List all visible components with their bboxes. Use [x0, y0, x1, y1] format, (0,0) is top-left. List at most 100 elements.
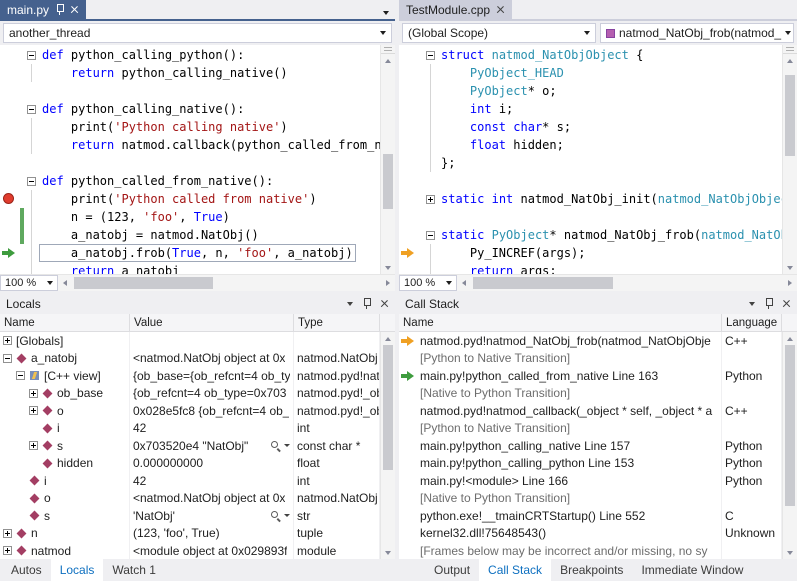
locals-row[interactable]: [C++ view]{ob_base={ob_refcnt=4 ob_tynat… [0, 367, 380, 385]
locals-row[interactable]: a_natobj<natmod.NatObj object at 0xnatmo… [0, 350, 380, 368]
column-header-name[interactable]: Name [0, 314, 130, 331]
tab-watch-1[interactable]: Watch 1 [103, 559, 165, 581]
close-icon[interactable] [380, 299, 389, 308]
scroll-up-button[interactable] [381, 332, 395, 345]
magnifier-icon[interactable] [270, 440, 281, 451]
scrollbar-thumb[interactable] [785, 345, 795, 506]
member-dropdown[interactable]: natmod_NatObj_frob(natmod_ [600, 23, 794, 43]
vertical-scrollbar[interactable] [380, 332, 395, 559]
locals-row[interactable]: s0x703520e4 "NatObj"const char * [0, 437, 380, 455]
indicator-margin[interactable] [0, 244, 20, 262]
fold-margin[interactable] [24, 136, 39, 154]
indicator-margin[interactable] [399, 100, 419, 118]
fold-margin[interactable] [24, 118, 39, 136]
scrollbar-track[interactable] [471, 275, 783, 291]
scroll-down-button[interactable] [381, 546, 395, 559]
vertical-scrollbar[interactable] [782, 332, 797, 559]
indicator-margin[interactable] [399, 136, 419, 154]
scrollbar-track[interactable] [72, 275, 381, 291]
indicator-margin[interactable] [0, 82, 20, 100]
visualizer-dropdown-icon[interactable] [284, 444, 290, 447]
locals-row[interactable]: i42int [0, 420, 380, 438]
window-position-icon[interactable] [749, 302, 755, 306]
horizontal-scrollbar[interactable] [58, 275, 395, 291]
visualizer-dropdown-icon[interactable] [284, 514, 290, 517]
expand-icon[interactable] [3, 529, 12, 538]
splitter-grip-icon[interactable] [381, 45, 395, 54]
scrollbar-track[interactable] [381, 67, 395, 261]
expand-icon[interactable] [29, 441, 38, 450]
locals-row[interactable]: n(123, 'foo', True)tuple [0, 525, 380, 543]
locals-row[interactable]: o0x028e5fc8 {ob_refcnt=4 ob_natmod.pyd!_… [0, 402, 380, 420]
indicator-margin[interactable] [399, 64, 419, 82]
scroll-down-button[interactable] [783, 261, 797, 274]
pin-icon[interactable] [362, 297, 371, 310]
fold-margin[interactable] [24, 46, 39, 64]
expand-icon[interactable] [3, 546, 12, 555]
scrollbar-thumb[interactable] [473, 277, 613, 289]
fold-margin[interactable] [24, 226, 39, 244]
locals-row[interactable]: o<natmod.NatObj object at 0xnatmod.NatOb… [0, 490, 380, 508]
scrollbar-track[interactable] [783, 67, 797, 261]
fold-margin[interactable] [24, 208, 39, 226]
fold-collapse-icon[interactable] [426, 231, 435, 240]
fold-collapse-icon[interactable] [426, 51, 435, 60]
fold-collapse-icon[interactable] [27, 177, 36, 186]
indicator-margin[interactable] [0, 190, 20, 208]
magnifier-icon[interactable] [270, 510, 281, 521]
fold-margin[interactable] [423, 100, 438, 118]
fold-margin[interactable] [423, 226, 438, 244]
locals-row[interactable]: s'NatObj'str [0, 507, 380, 525]
callstack-row[interactable]: main.py!python_called_from_native Line 1… [399, 367, 782, 385]
indicator-margin[interactable] [399, 46, 419, 64]
scrollbar-thumb[interactable] [383, 154, 393, 208]
tab-main-py[interactable]: main.py [0, 0, 86, 19]
scroll-down-button[interactable] [783, 546, 797, 559]
indicator-margin[interactable] [399, 118, 419, 136]
pin-icon[interactable] [764, 297, 773, 310]
scrollbar-thumb[interactable] [383, 345, 393, 470]
splitter-grip-icon[interactable] [783, 45, 797, 54]
scroll-down-button[interactable] [381, 261, 395, 274]
tab-call-stack[interactable]: Call Stack [479, 559, 551, 581]
close-icon[interactable] [782, 299, 791, 308]
horizontal-scrollbar[interactable] [457, 275, 797, 291]
fold-margin[interactable] [423, 172, 438, 190]
fold-margin[interactable] [423, 190, 438, 208]
expand-icon[interactable] [29, 406, 38, 415]
vertical-scrollbar[interactable] [782, 45, 797, 274]
callstack-row[interactable]: kernel32.dll!75648543()Unknown [399, 525, 782, 543]
fold-margin[interactable] [423, 64, 438, 82]
indicator-margin[interactable] [0, 100, 20, 118]
locals-row[interactable]: natmod<module object at 0x029893fmodule [0, 542, 380, 559]
fold-margin[interactable] [24, 154, 39, 172]
scroll-right-button[interactable] [783, 275, 797, 291]
breakpoint-icon[interactable] [3, 193, 14, 204]
zoom-selector[interactable]: 100 % [399, 275, 457, 291]
expand-icon[interactable] [29, 389, 38, 398]
locals-row[interactable]: [Globals] [0, 332, 380, 350]
fold-margin[interactable] [423, 154, 438, 172]
fold-margin[interactable] [423, 82, 438, 100]
thread-dropdown[interactable]: another_thread [3, 23, 392, 43]
code-editor-main-py[interactable]: def python_calling_python(): return pyth… [0, 45, 380, 274]
indicator-margin[interactable] [0, 64, 20, 82]
fold-margin[interactable] [423, 208, 438, 226]
scroll-left-button[interactable] [457, 275, 471, 291]
locals-row[interactable]: ob_base{ob_refcnt=4 ob_type=0x703natmod.… [0, 385, 380, 403]
code-editor-testmodule-cpp[interactable]: struct natmod_NatObjObject { PyObject_HE… [399, 45, 782, 274]
window-position-icon[interactable] [347, 302, 353, 306]
scrollbar-track[interactable] [783, 345, 797, 546]
column-header-type[interactable]: Type [294, 314, 380, 331]
fold-margin[interactable] [423, 46, 438, 64]
callstack-row[interactable]: main.py!python_calling_python Line 153Py… [399, 455, 782, 473]
scrollbar-track[interactable] [381, 345, 395, 546]
locals-row[interactable]: hidden0.000000000float [0, 455, 380, 473]
indicator-margin[interactable] [0, 226, 20, 244]
indicator-margin[interactable] [0, 154, 20, 172]
indicator-margin[interactable] [399, 82, 419, 100]
callstack-row[interactable]: [Native to Python Transition] [399, 490, 782, 508]
callstack-row[interactable]: main.py!python_calling_native Line 157Py… [399, 437, 782, 455]
scope-dropdown[interactable]: (Global Scope) [402, 23, 596, 43]
collapse-icon[interactable] [3, 354, 12, 363]
